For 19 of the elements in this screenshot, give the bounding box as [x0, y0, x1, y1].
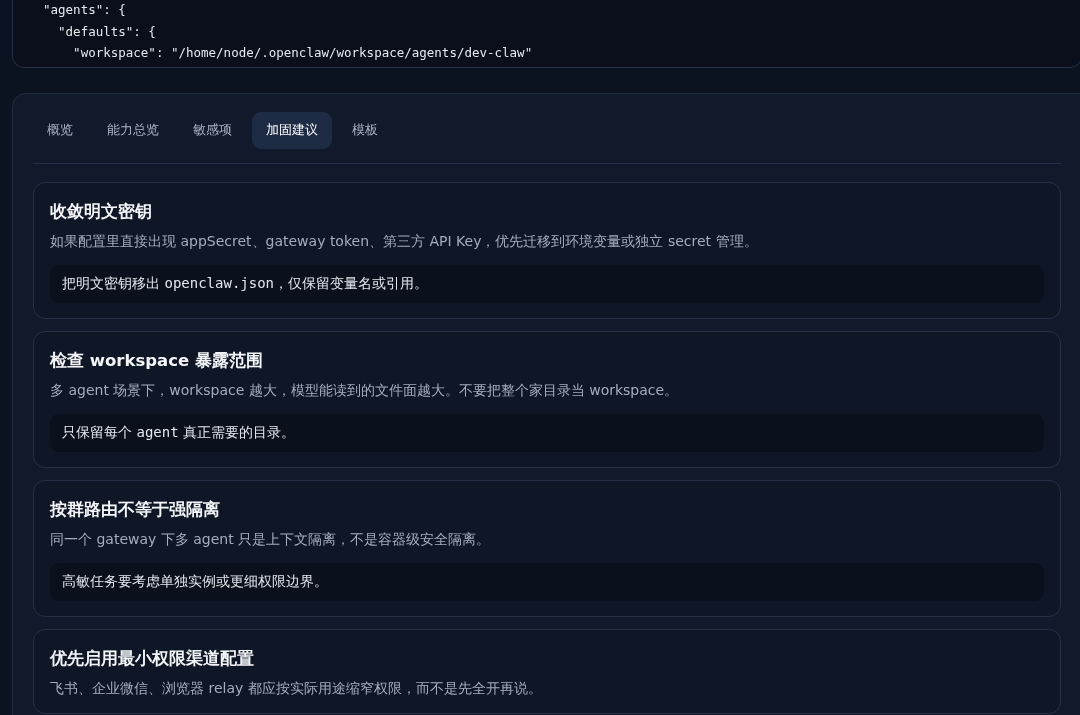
tab[interactable]: 能力总览 — [93, 111, 173, 149]
card-title: 收敛明文密钥 — [50, 200, 153, 223]
card-description: 如果配置里直接出现 appSecret、gateway token、第三方 API Key，优先迁移到环境变量或独立 secret 管理。 — [50, 232, 759, 251]
code-line: "defaults": { — [57, 22, 157, 41]
card-description: 多 agent 场景下，workspace 越大，模型能读到的文件面越大。不要把整个家目录当 workspace。 — [50, 381, 680, 400]
tab[interactable]: 模板 — [338, 111, 392, 149]
card-description: 同一个 gateway 下多 agent 只是上下文隔离，不是容器级安全隔离。 — [50, 530, 492, 549]
tab[interactable]: 概览 — [33, 111, 87, 149]
tab[interactable]: 加固建议 — [252, 111, 332, 149]
tip-text: 把明文密钥移出 openclaw.json，仅保留变量名或引用。 — [50, 264, 1044, 303]
card-title: 检查 workspace 暴露范围 — [50, 349, 264, 372]
tip-text: 只保留每个 agent 真正需要的目录。 — [50, 413, 1044, 452]
tip-text: 高敏任务要考虑单独实例或更细权限边界。 — [50, 562, 1044, 601]
code-line: "workspace": "/home/node/.openclaw/workspace/agents/dev-claw" — [72, 44, 534, 62]
card-title: 按群路由不等于强隔离 — [50, 498, 221, 521]
tab[interactable]: 敏感项 — [179, 111, 246, 149]
code-line: "agents": { — [43, 1, 127, 19]
card-title: 优先启用最小权限渠道配置 — [50, 647, 255, 670]
card-description: 飞书、企业微信、浏览器 relay 都应按实际用途缩窄权限，而不是先全开再说。 — [50, 679, 543, 698]
